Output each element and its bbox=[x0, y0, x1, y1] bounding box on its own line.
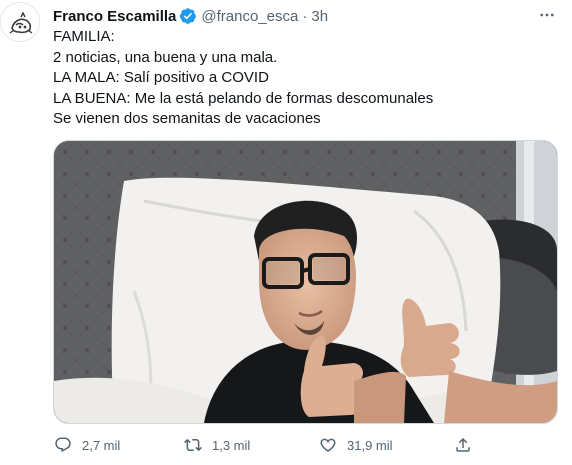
reply-button[interactable]: 2,7 mil bbox=[53, 432, 120, 458]
tweet-text-line: LA MALA: Salí positivo a COVID bbox=[53, 69, 269, 86]
tweet-timestamp[interactable]: 3h bbox=[311, 8, 328, 25]
retweet-icon bbox=[183, 435, 203, 455]
tweet-header: Franco Escamilla @franco_esca · 3h bbox=[53, 6, 328, 26]
tweet[interactable]: Franco Escamilla @franco_esca · 3h FAMIL… bbox=[0, 0, 572, 465]
share-button[interactable] bbox=[453, 432, 473, 458]
author-name[interactable]: Franco Escamilla bbox=[53, 8, 176, 25]
separator-dot: · bbox=[302, 7, 308, 25]
heart-icon bbox=[318, 435, 338, 455]
avatar-emblem-icon bbox=[1, 3, 39, 41]
author-avatar[interactable] bbox=[0, 2, 40, 42]
like-button[interactable]: 31,9 mil bbox=[318, 432, 393, 458]
tweet-photo[interactable] bbox=[53, 140, 558, 424]
tweet-actions: 2,7 mil 1,3 mil 31,9 mil bbox=[53, 432, 483, 458]
tweet-text-line: FAMILIA: bbox=[53, 28, 115, 45]
more-options-icon[interactable] bbox=[536, 4, 558, 26]
verified-badge-icon bbox=[179, 7, 197, 25]
reply-count: 2,7 mil bbox=[82, 437, 121, 453]
retweet-count: 1,3 mil bbox=[212, 437, 251, 453]
author-handle[interactable]: @franco_esca bbox=[201, 8, 298, 25]
tweet-text-line: Se vienen dos semanitas de vacaciones bbox=[53, 110, 321, 127]
tweet-text-line: 2 noticias, una buena y una mala. bbox=[53, 48, 278, 66]
retweet-button[interactable]: 1,3 mil bbox=[183, 432, 250, 458]
share-icon bbox=[453, 435, 473, 455]
like-count: 31,9 mil bbox=[347, 437, 393, 453]
reply-icon bbox=[53, 435, 73, 455]
tweet-text: FAMILIA: 2 noticias, una buena y una mal… bbox=[53, 27, 553, 130]
tweet-text-line: LA BUENA: Me la está pelando de formas d… bbox=[53, 89, 434, 107]
